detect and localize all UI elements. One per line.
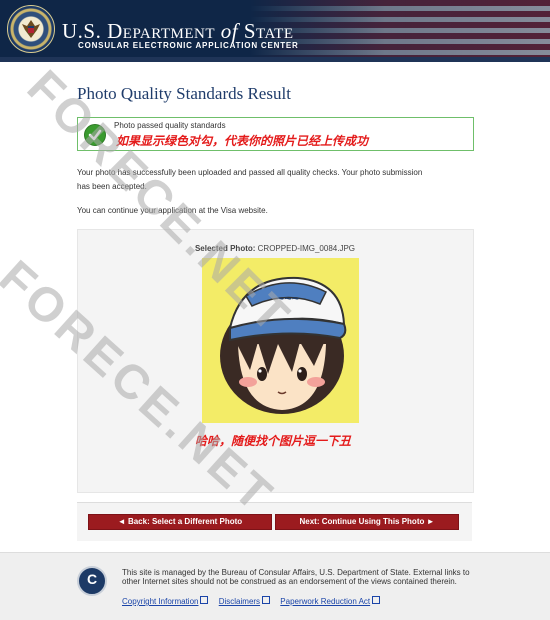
selected-photo-label: Selected Photo: CROPPED-IMG_0084.JPG — [194, 244, 356, 253]
external-link-icon — [372, 596, 381, 604]
header-band — [0, 57, 550, 62]
upload-success-paragraph: Your photo has successfully been uploade… — [77, 168, 423, 191]
external-link-icon — [200, 596, 209, 604]
copyright-link[interactable]: Copyright Information — [122, 596, 209, 606]
annotation-check-note: 如果显示绿色对勾，代表你的照片已经上传成功 — [116, 134, 369, 148]
page-title: Photo Quality Standards Result — [77, 84, 291, 103]
external-link-icon — [262, 596, 271, 604]
success-text: Photo passed quality standards — [114, 121, 226, 130]
svg-text:~~~: ~~~ — [277, 291, 300, 306]
continue-paragraph: You can continue your application at the… — [77, 206, 268, 215]
footer-links: Copyright Information Disclaimers Paperw… — [122, 596, 388, 606]
selected-photo-filename: CROPPED-IMG_0084.JPG — [255, 244, 356, 253]
header-subtitle: CONSULAR ELECTRONIC APPLICATION CENTER — [78, 41, 299, 50]
next-button[interactable]: Next: Continue Using This Photo ► — [275, 514, 459, 530]
footer-text: This site is managed by the Bureau of Co… — [122, 568, 470, 586]
state-department-seal-icon — [7, 5, 55, 53]
site-header: U.S. Department of State CONSULAR ELECTR… — [0, 0, 550, 57]
check-icon — [84, 124, 106, 146]
paperwork-link[interactable]: Paperwork Reduction Act — [280, 596, 381, 606]
uploaded-photo: ~~~ — [202, 258, 359, 423]
annotation-photo-note: 哈哈，随便找个图片逗一下丑 — [195, 434, 352, 448]
disclaimers-link[interactable]: Disclaimers — [219, 596, 271, 606]
back-button[interactable]: ◄ Back: Select a Different Photo — [88, 514, 272, 530]
consular-affairs-logo-icon: C — [77, 566, 107, 596]
